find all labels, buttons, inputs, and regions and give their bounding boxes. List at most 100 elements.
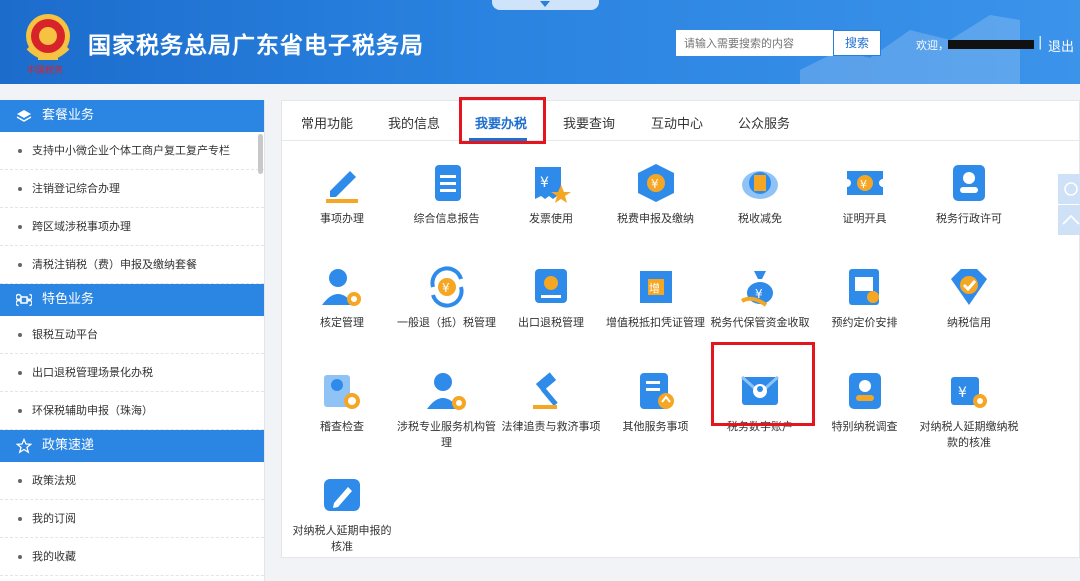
money-bag-icon: ¥: [740, 271, 773, 307]
diamond-check-icon: [951, 269, 987, 305]
service-item[interactable]: ¥ 对纳税人延期缴纳税款的核准: [917, 369, 1021, 451]
service-item[interactable]: 涉税专业服务机构管理: [395, 369, 499, 451]
service-item-label: 税收减免: [738, 212, 782, 225]
service-item[interactable]: 出口退税管理: [499, 265, 603, 331]
service-item-label: 税务行政许可: [936, 212, 1002, 225]
sidebar-item-label: 我的收藏: [32, 550, 76, 563]
tab-common[interactable]: 常用功能: [301, 113, 353, 132]
service-item-label: 核定管理: [320, 316, 364, 329]
service-item-label: 证明开具: [842, 212, 887, 225]
chevron-down-icon: [540, 1, 550, 7]
sidebar-item[interactable]: 政策法规: [0, 462, 264, 500]
service-item-label: 法律追责与救济事项: [501, 420, 601, 433]
username-redacted: [948, 40, 1034, 49]
service-item-label: 稽查检查: [320, 420, 364, 433]
layers-icon: [16, 110, 32, 122]
sidebar-item-label: 注销登记综合办理: [32, 182, 120, 195]
highlight-digital-account-box: [711, 342, 815, 426]
service-item[interactable]: ¥ 一般退（抵）税管理: [395, 265, 499, 331]
service-item[interactable]: 综合信息报告: [395, 161, 499, 227]
sidebar-item[interactable]: 清税注销税（费）申报及缴纳套餐: [0, 246, 264, 284]
sidebar-scrollbar[interactable]: [258, 134, 263, 174]
bullet-icon: [18, 263, 22, 267]
service-item-label: 预约定价安排: [831, 316, 898, 329]
service-item-label: 纳税信用: [947, 316, 991, 329]
service-item[interactable]: ¥ 证明开具: [813, 161, 917, 227]
invoice-icon: ¥: [535, 167, 571, 203]
bullet-icon: [18, 149, 22, 153]
sidebar-section-package[interactable]: 套餐业务: [0, 100, 264, 132]
sidebar-item-label: 支持中小微企业个体工商户复工复产专栏: [32, 144, 230, 157]
sidebar-item[interactable]: 注销登记综合办理: [0, 170, 264, 208]
sidebar-item[interactable]: 出口退税管理场景化办税: [0, 354, 264, 392]
sidebar-item[interactable]: 我的订阅: [0, 500, 264, 538]
section-title: 特色业务: [42, 292, 95, 307]
service-item[interactable]: 税务行政许可: [917, 161, 1021, 227]
customer-service-icon[interactable]: [1058, 174, 1080, 204]
sidebar-item[interactable]: 银税互动平台: [0, 316, 264, 354]
doc-search-icon: [848, 269, 879, 305]
svg-text:¥: ¥: [442, 281, 450, 295]
service-item[interactable]: 法律追责与救济事项: [499, 369, 603, 435]
header-bar: 中国税务 国家税务总局广东省电子税务局 搜索 欢迎， | 退出: [0, 0, 1080, 84]
refund-cycle-icon: ¥: [429, 266, 464, 308]
bullet-icon: [18, 409, 22, 413]
service-item-label: 其他服务事项: [622, 420, 689, 433]
user-gear-2-icon: [426, 373, 466, 410]
emblem-caption: 中国税务: [27, 66, 64, 76]
service-item[interactable]: 预约定价安排: [813, 265, 917, 331]
service-item[interactable]: 其他服务事项: [604, 369, 708, 435]
service-item[interactable]: 特别纳税调查: [813, 369, 917, 435]
pen-icon: [326, 171, 358, 203]
sidebar-section-featured[interactable]: 特色业务: [0, 284, 264, 316]
user-gear-icon: [322, 269, 361, 306]
service-item[interactable]: 事项办理: [290, 161, 394, 227]
yuan-search-icon: ¥: [951, 377, 987, 408]
search-button[interactable]: 搜索: [833, 30, 881, 56]
logout-link[interactable]: 退出: [1048, 36, 1074, 55]
service-item[interactable]: 核定管理: [290, 265, 394, 331]
section-title: 政策速递: [42, 438, 95, 453]
bullet-icon: [18, 187, 22, 191]
service-item[interactable]: ¥ 发票使用: [499, 161, 603, 227]
command-icon: [16, 293, 32, 307]
service-item[interactable]: ¥ 税务代保管资金收取: [708, 265, 812, 331]
sidebar-item-label: 银税互动平台: [32, 328, 98, 341]
back-to-top-icon[interactable]: [1058, 205, 1080, 235]
sidebar-item-label: 环保税辅助申报（珠海）: [32, 404, 153, 417]
tax-coin-icon: [742, 171, 778, 199]
sidebar-item-label: 出口退税管理场景化办税: [32, 366, 153, 379]
sidebar-item-label: 我的订阅: [32, 512, 76, 525]
service-item[interactable]: 对纳税人延期申报的核准: [290, 473, 394, 555]
service-item-label: 对纳税人延期申报的核准: [292, 524, 392, 553]
sidebar: 套餐业务 支持中小微企业个体工商户复工复产专栏 注销登记综合办理 跨区域涉税事项…: [0, 100, 265, 581]
service-item-label: 一般退（抵）税管理: [397, 316, 496, 329]
service-item-label: 发票使用: [529, 212, 573, 225]
sidebar-item[interactable]: 支持中小微企业个体工商户复工复产专栏: [0, 132, 264, 170]
service-item-label: 增值税抵扣凭证管理: [606, 316, 705, 329]
collapse-handle[interactable]: [492, 0, 599, 10]
service-item[interactable]: 稽查检查: [290, 369, 394, 435]
svg-text:¥: ¥: [860, 178, 867, 191]
bullet-icon: [18, 555, 22, 559]
sidebar-item-label: 政策法规: [32, 474, 76, 487]
svg-text:¥: ¥: [540, 175, 549, 191]
tab-my-info[interactable]: 我的信息: [388, 113, 440, 132]
search-input[interactable]: [676, 30, 834, 56]
tab-public-service[interactable]: 公众服务: [738, 113, 790, 132]
service-item[interactable]: ¥ 税费申报及缴纳: [604, 161, 708, 227]
sidebar-item[interactable]: 我的收藏: [0, 538, 264, 576]
tab-interaction[interactable]: 互动中心: [651, 113, 703, 132]
sidebar-item[interactable]: 环保税辅助申报（珠海）: [0, 392, 264, 430]
service-item[interactable]: 纳税信用: [917, 265, 1021, 331]
svg-text:增: 增: [649, 281, 660, 295]
list-upload-icon: [639, 373, 674, 409]
sidebar-item[interactable]: 跨区域涉税事项办理: [0, 208, 264, 246]
sidebar-item-label: 跨区域涉税事项办理: [32, 220, 131, 233]
service-item[interactable]: 税收减免: [708, 161, 812, 227]
tab-query[interactable]: 我要查询: [563, 113, 615, 132]
sidebar-section-policy[interactable]: 政策速递: [0, 430, 264, 462]
service-item[interactable]: 增增值税抵扣凭证管理: [604, 265, 708, 331]
header-separator: |: [1038, 35, 1043, 50]
bullet-icon: [18, 517, 22, 521]
